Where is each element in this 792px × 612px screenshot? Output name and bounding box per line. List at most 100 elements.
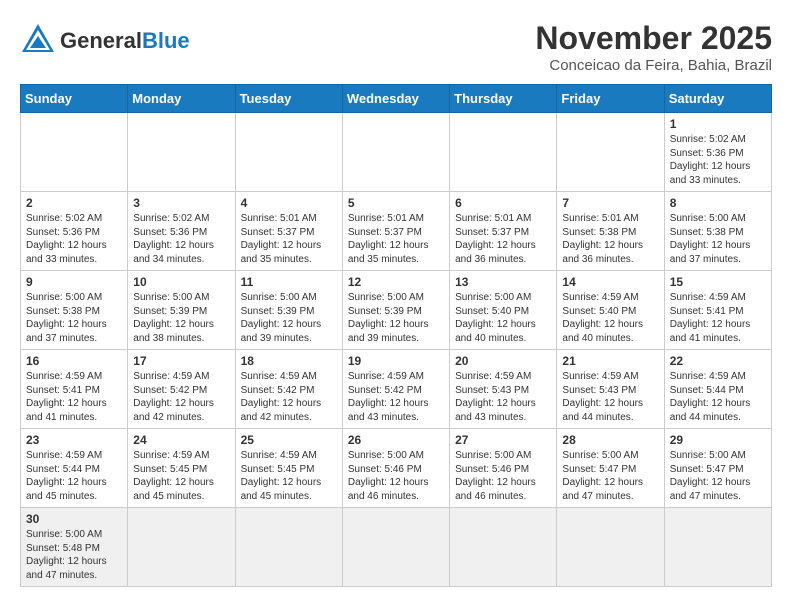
day-number: 17: [133, 354, 229, 368]
day-number: 16: [26, 354, 122, 368]
calendar-day-cell: 10Sunrise: 5:00 AM Sunset: 5:39 PM Dayli…: [128, 271, 235, 350]
calendar-day-cell: 22Sunrise: 4:59 AM Sunset: 5:44 PM Dayli…: [664, 350, 771, 429]
calendar-day-cell: [21, 113, 128, 192]
calendar-day-cell: [342, 508, 449, 587]
day-info: Sunrise: 4:59 AM Sunset: 5:42 PM Dayligh…: [348, 370, 444, 424]
calendar-day-cell: 14 Sunrise: 4:59 AM Sunset: 5:40 PM Dayli…: [557, 271, 664, 350]
day-info: Sunrise: 5:02 AM Sunset: 5:36 PM Dayligh…: [26, 212, 122, 266]
day-number: 21: [562, 354, 658, 368]
day-number: 14: [562, 275, 658, 289]
month-title: November 2025: [535, 20, 772, 57]
day-number: 20: [455, 354, 551, 368]
day-of-week-header: Sunday: [21, 85, 128, 113]
calendar-day-cell: [450, 508, 557, 587]
calendar-day-cell: [450, 113, 557, 192]
logo-text: GeneralBlue: [60, 28, 190, 54]
day-number: 1: [670, 117, 766, 131]
day-number: 28: [562, 433, 658, 447]
title-section: November 2025 Conceicao da Feira, Bahia,…: [535, 20, 772, 74]
day-info: Sunrise: 5:00 AM Sunset: 5:47 PM Dayligh…: [670, 449, 766, 503]
day-info: Sunrise: 4:59 AM Sunset: 5:42 PM Dayligh…: [241, 370, 337, 424]
calendar-header-row: SundayMondayTuesdayWednesdayThursdayFrid…: [21, 85, 772, 113]
calendar-day-cell: 17 Sunrise: 4:59 AM Sunset: 5:42 PM Dayli…: [128, 350, 235, 429]
day-info: Sunrise: 5:01 AM Sunset: 5:37 PM Dayligh…: [455, 212, 551, 266]
day-info: Sunrise: 4:59 AM Sunset: 5:40 PM Dayligh…: [562, 291, 658, 345]
calendar-day-cell: 24Sunrise: 4:59 AM Sunset: 5:45 PM Dayli…: [128, 429, 235, 508]
calendar-day-cell: 28 Sunrise: 5:00 AM Sunset: 5:47 PM Dayli…: [557, 429, 664, 508]
calendar-day-cell: 26Sunrise: 5:00 AM Sunset: 5:46 PM Dayli…: [342, 429, 449, 508]
day-info: Sunrise: 5:00 AM Sunset: 5:40 PM Dayligh…: [455, 291, 551, 345]
calendar-day-cell: 16 Sunrise: 4:59 AM Sunset: 5:41 PM Dayli…: [21, 350, 128, 429]
day-info: Sunrise: 5:01 AM Sunset: 5:37 PM Dayligh…: [241, 212, 337, 266]
calendar-day-cell: [664, 508, 771, 587]
calendar-day-cell: 25Sunrise: 4:59 AM Sunset: 5:45 PM Dayli…: [235, 429, 342, 508]
calendar-day-cell: [342, 113, 449, 192]
day-number: 15: [670, 275, 766, 289]
calendar-day-cell: 2Sunrise: 5:02 AM Sunset: 5:36 PM Daylig…: [21, 192, 128, 271]
calendar-week-row: 16 Sunrise: 4:59 AM Sunset: 5:41 PM Dayli…: [21, 350, 772, 429]
logo: GeneralBlue: [20, 20, 190, 61]
day-number: 18: [241, 354, 337, 368]
day-number: 12: [348, 275, 444, 289]
calendar-day-cell: 4Sunrise: 5:01 AM Sunset: 5:37 PM Daylig…: [235, 192, 342, 271]
day-info: Sunrise: 5:00 AM Sunset: 5:48 PM Dayligh…: [26, 528, 122, 582]
day-number: 7: [562, 196, 658, 210]
day-of-week-header: Thursday: [450, 85, 557, 113]
calendar-day-cell: [557, 113, 664, 192]
day-info: Sunrise: 5:01 AM Sunset: 5:37 PM Dayligh…: [348, 212, 444, 266]
day-info: Sunrise: 4:59 AM Sunset: 5:43 PM Dayligh…: [562, 370, 658, 424]
day-number: 3: [133, 196, 229, 210]
location: Conceicao da Feira, Bahia, Brazil: [535, 57, 772, 74]
calendar-day-cell: [128, 113, 235, 192]
day-of-week-header: Friday: [557, 85, 664, 113]
day-info: Sunrise: 4:59 AM Sunset: 5:41 PM Dayligh…: [670, 291, 766, 345]
day-number: 29: [670, 433, 766, 447]
day-number: 13: [455, 275, 551, 289]
day-number: 11: [241, 275, 337, 289]
day-info: Sunrise: 5:00 AM Sunset: 5:39 PM Dayligh…: [348, 291, 444, 345]
calendar-week-row: 2Sunrise: 5:02 AM Sunset: 5:36 PM Daylig…: [21, 192, 772, 271]
calendar-day-cell: 8 Sunrise: 5:00 AM Sunset: 5:38 PM Daylig…: [664, 192, 771, 271]
day-info: Sunrise: 4:59 AM Sunset: 5:41 PM Dayligh…: [26, 370, 122, 424]
day-number: 6: [455, 196, 551, 210]
day-number: 19: [348, 354, 444, 368]
calendar-day-cell: 11Sunrise: 5:00 AM Sunset: 5:39 PM Dayli…: [235, 271, 342, 350]
page-header: GeneralBlue November 2025 Conceicao da F…: [20, 20, 772, 74]
calendar-day-cell: 23Sunrise: 4:59 AM Sunset: 5:44 PM Dayli…: [21, 429, 128, 508]
calendar-day-cell: 13 Sunrise: 5:00 AM Sunset: 5:40 PM Dayli…: [450, 271, 557, 350]
day-number: 26: [348, 433, 444, 447]
calendar-week-row: 23Sunrise: 4:59 AM Sunset: 5:44 PM Dayli…: [21, 429, 772, 508]
day-number: 5: [348, 196, 444, 210]
day-info: Sunrise: 5:00 AM Sunset: 5:39 PM Dayligh…: [133, 291, 229, 345]
day-info: Sunrise: 5:00 AM Sunset: 5:46 PM Dayligh…: [455, 449, 551, 503]
day-info: Sunrise: 5:00 AM Sunset: 5:47 PM Dayligh…: [562, 449, 658, 503]
calendar-day-cell: 27 Sunrise: 5:00 AM Sunset: 5:46 PM Dayli…: [450, 429, 557, 508]
day-info: Sunrise: 5:00 AM Sunset: 5:38 PM Dayligh…: [670, 212, 766, 266]
calendar-day-cell: 7 Sunrise: 5:01 AM Sunset: 5:38 PM Daylig…: [557, 192, 664, 271]
day-info: Sunrise: 5:00 AM Sunset: 5:38 PM Dayligh…: [26, 291, 122, 345]
calendar-day-cell: 6 Sunrise: 5:01 AM Sunset: 5:37 PM Daylig…: [450, 192, 557, 271]
calendar-table: SundayMondayTuesdayWednesdayThursdayFrid…: [20, 84, 772, 587]
day-info: Sunrise: 4:59 AM Sunset: 5:42 PM Dayligh…: [133, 370, 229, 424]
day-number: 24: [133, 433, 229, 447]
calendar-day-cell: [557, 508, 664, 587]
day-of-week-header: Saturday: [664, 85, 771, 113]
day-number: 25: [241, 433, 337, 447]
calendar-day-cell: 30 Sunrise: 5:00 AM Sunset: 5:48 PM Dayli…: [21, 508, 128, 587]
day-number: 8: [670, 196, 766, 210]
day-of-week-header: Wednesday: [342, 85, 449, 113]
day-number: 27: [455, 433, 551, 447]
calendar-day-cell: 9Sunrise: 5:00 AM Sunset: 5:38 PM Daylig…: [21, 271, 128, 350]
calendar-day-cell: 29 Sunrise: 5:00 AM Sunset: 5:47 PM Dayli…: [664, 429, 771, 508]
day-number: 30: [26, 512, 122, 526]
logo-icon: [20, 20, 56, 61]
calendar-day-cell: 1Sunrise: 5:02 AM Sunset: 5:36 PM Daylig…: [664, 113, 771, 192]
calendar-day-cell: [128, 508, 235, 587]
calendar-day-cell: 5 Sunrise: 5:01 AM Sunset: 5:37 PM Daylig…: [342, 192, 449, 271]
calendar-day-cell: 20Sunrise: 4:59 AM Sunset: 5:43 PM Dayli…: [450, 350, 557, 429]
calendar-week-row: 9Sunrise: 5:00 AM Sunset: 5:38 PM Daylig…: [21, 271, 772, 350]
calendar-day-cell: [235, 113, 342, 192]
calendar-day-cell: 21 Sunrise: 4:59 AM Sunset: 5:43 PM Dayli…: [557, 350, 664, 429]
calendar-day-cell: [235, 508, 342, 587]
day-info: Sunrise: 5:01 AM Sunset: 5:38 PM Dayligh…: [562, 212, 658, 266]
